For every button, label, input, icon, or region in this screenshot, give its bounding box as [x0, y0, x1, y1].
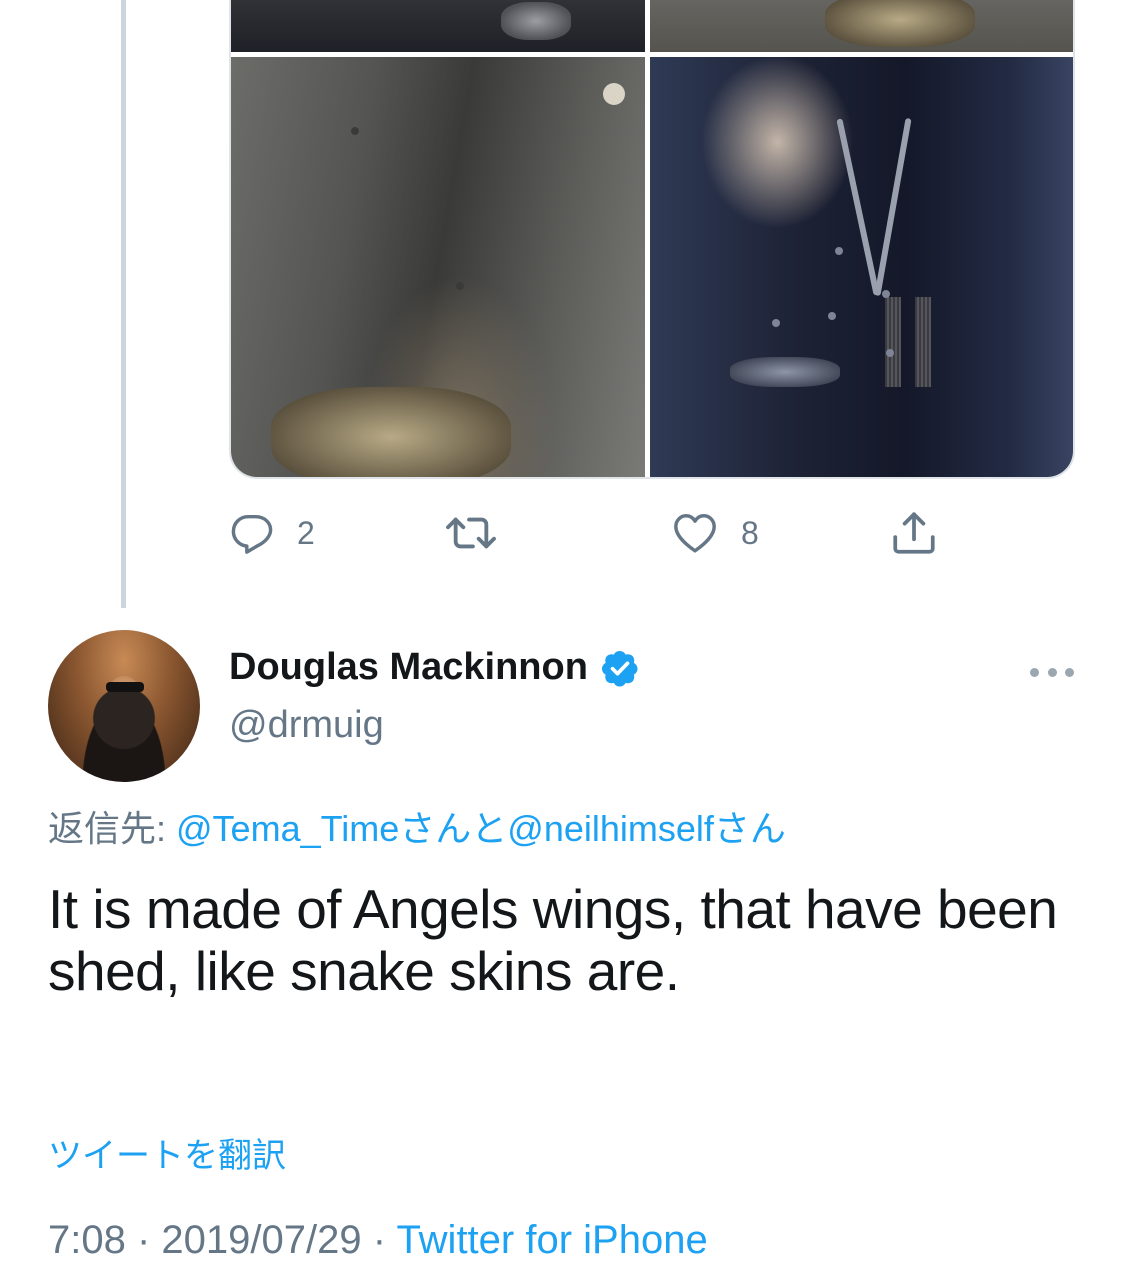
heart-icon: [674, 514, 716, 553]
avatar[interactable]: [48, 630, 200, 782]
media-grid: [229, 0, 1075, 479]
reply-to-line: 返信先: @Tema_Timeさんと@neilhimselfさん: [48, 800, 786, 852]
coat-button: [603, 83, 625, 105]
bolo-cord: [836, 118, 880, 296]
media-photo-4[interactable]: [650, 57, 1073, 477]
bolo-tassel: [915, 297, 931, 387]
media-photo-2[interactable]: [650, 0, 1073, 52]
tweet-source-link[interactable]: Twitter for iPhone: [396, 1218, 707, 1262]
watch-detail: [501, 2, 571, 40]
verified-badge-icon: [601, 650, 638, 686]
tweet-actions: 2 8: [229, 505, 1075, 561]
vest-button: [886, 349, 894, 357]
author-handle[interactable]: @drmuig: [229, 704, 384, 747]
like-button[interactable]: 8: [671, 505, 759, 561]
buckle-detail: [825, 0, 975, 47]
author-display-name[interactable]: Douglas Mackinnon: [229, 646, 588, 689]
buckle-detail: [271, 387, 511, 477]
meta-separator: ·: [125, 1218, 162, 1262]
meta-separator: ·: [361, 1218, 397, 1262]
author-name-row: Douglas Mackinnon: [229, 646, 640, 689]
more-options-icon[interactable]: [1030, 662, 1074, 682]
share-button[interactable]: [889, 505, 939, 561]
translate-tweet-link[interactable]: ツイートを翻訳: [48, 1128, 286, 1177]
reply-button[interactable]: 2: [229, 505, 315, 561]
retweet-button[interactable]: [443, 505, 521, 561]
more-dot: [1047, 667, 1057, 677]
tweet-text: It is made of Angels wings, that have be…: [48, 878, 1058, 1002]
tweet-date: 2019/07/29: [161, 1218, 362, 1262]
share-icon: [893, 512, 935, 554]
more-dot: [1030, 667, 1039, 677]
belt-buckle: [730, 357, 840, 387]
reply-to-honorific-2: さん: [713, 808, 786, 849]
thread-line: [121, 0, 126, 608]
reply-to-user-2[interactable]: @neilhimself: [507, 808, 714, 849]
reply-to-honorific-1: さんと: [399, 808, 508, 849]
vest-button: [882, 290, 890, 298]
coat-button: [456, 282, 464, 290]
tweet-time: 7:08: [48, 1218, 126, 1262]
vest-button: [828, 312, 836, 320]
tweet-metadata: 7:08 · 2019/07/29 · Twitter for iPhone: [48, 1218, 708, 1263]
bolo-cord: [874, 117, 912, 297]
coat-button: [351, 127, 359, 135]
more-dot: [1065, 667, 1074, 677]
reply-count: 2: [297, 514, 315, 551]
like-count: 8: [741, 514, 759, 551]
retweet-icon: [446, 517, 496, 549]
reply-to-prefix: 返信先:: [48, 808, 177, 849]
reply-to-user-1[interactable]: @Tema_Time: [176, 808, 399, 849]
reply-icon: [231, 514, 273, 554]
avatar-sunglasses: [106, 682, 144, 692]
bolo-tassel: [885, 297, 901, 387]
vest-button: [772, 319, 780, 327]
media-photo-3[interactable]: [231, 57, 645, 477]
media-photo-1[interactable]: [231, 0, 645, 52]
vest-button: [835, 247, 843, 255]
